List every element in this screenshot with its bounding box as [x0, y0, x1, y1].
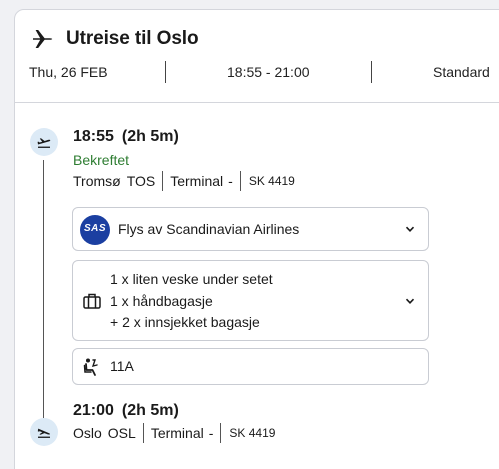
seat-number: 11A: [110, 358, 134, 374]
baggage-allowance-list: 1 x liten veske under setet 1 x håndbaga…: [110, 269, 273, 334]
baggage-dropdown[interactable]: 1 x liten veske under setet 1 x håndbaga…: [72, 260, 429, 341]
flight-summary-row: Thu, 26 FEB 18:55 - 21:00 Standard: [15, 61, 499, 83]
departure-time: 18:55: [73, 128, 114, 145]
departure-flight-number: SK 4419: [248, 174, 295, 188]
fare-class: Standard: [433, 64, 490, 80]
seat-info[interactable]: 11A: [72, 348, 429, 385]
divider: [371, 61, 372, 83]
page-title: Utreise til Oslo: [66, 28, 199, 49]
divider: [165, 61, 166, 83]
arrival-airport-code: OSL: [107, 425, 136, 441]
seat-icon: [83, 358, 98, 376]
divider: [142, 423, 144, 443]
sas-logo-text: SAS: [83, 223, 107, 234]
landing-icon: [30, 418, 58, 446]
departure-city: Tromsø: [73, 173, 121, 189]
arrival-duration: (2h 5m): [121, 402, 179, 419]
baggage-item: + 2 x innsjekket bagasje: [110, 314, 260, 330]
chevron-down-icon[interactable]: [404, 295, 416, 307]
departure-terminal-value: -: [228, 173, 233, 189]
airline-info-dropdown[interactable]: SAS Flys av Scandinavian Airlines: [72, 207, 429, 251]
arrival-time-row: 21:00 (2h 5m): [73, 402, 179, 420]
flight-time-range: 18:55 - 21:00: [227, 64, 310, 80]
flight-date: Thu, 26 FEB: [29, 64, 108, 80]
departure-airport-code: TOS: [126, 173, 156, 189]
divider: [239, 171, 241, 191]
divider: [162, 171, 164, 191]
arrival-flight-number: SK 4419: [229, 426, 276, 440]
divider: [220, 423, 222, 443]
baggage-item: 1 x håndbagasje: [110, 292, 213, 309]
arrival-terminal-label: Terminal: [150, 425, 204, 441]
booking-status: Bekreftet: [73, 152, 130, 168]
departure-time-row: 18:55 (2h 5m): [73, 128, 179, 146]
takeoff-icon: [30, 128, 58, 156]
baggage-item: 1 x liten veske under setet: [110, 271, 273, 287]
departure-duration: (2h 5m): [121, 128, 179, 145]
plane-icon: [33, 30, 53, 48]
outbound-flight-card: Utreise til Oslo Thu, 26 FEB 18:55 - 21:…: [14, 9, 499, 469]
sas-logo-icon: SAS: [80, 215, 110, 245]
departure-terminal-label: Terminal: [170, 173, 224, 189]
flight-header: Utreise til Oslo Thu, 26 FEB 18:55 - 21:…: [15, 10, 499, 103]
chevron-down-icon[interactable]: [404, 223, 416, 235]
timeline-connector: [43, 160, 44, 418]
operating-airline: Flys av Scandinavian Airlines: [118, 221, 300, 237]
arrival-city: Oslo: [73, 425, 102, 441]
arrival-time: 21:00: [73, 402, 114, 419]
departure-location-row: Tromsø TOS Terminal - SK 4419: [73, 171, 295, 193]
luggage-icon: [83, 293, 101, 309]
arrival-location-row: Oslo OSL Terminal - SK 4419: [73, 423, 275, 445]
arrival-terminal-value: -: [208, 425, 214, 441]
